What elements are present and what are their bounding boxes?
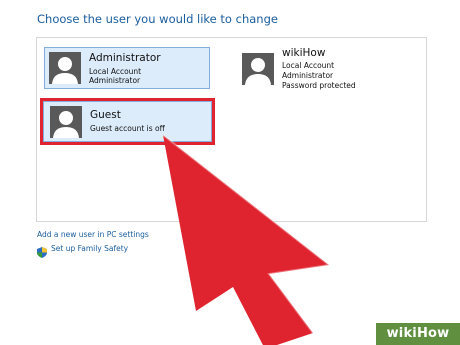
watermark-how: How	[416, 326, 450, 341]
watermark-wiki: wiki	[386, 326, 417, 341]
wikihow-watermark: wikiHow	[376, 323, 460, 345]
pointer-arrow-icon	[162, 134, 332, 345]
